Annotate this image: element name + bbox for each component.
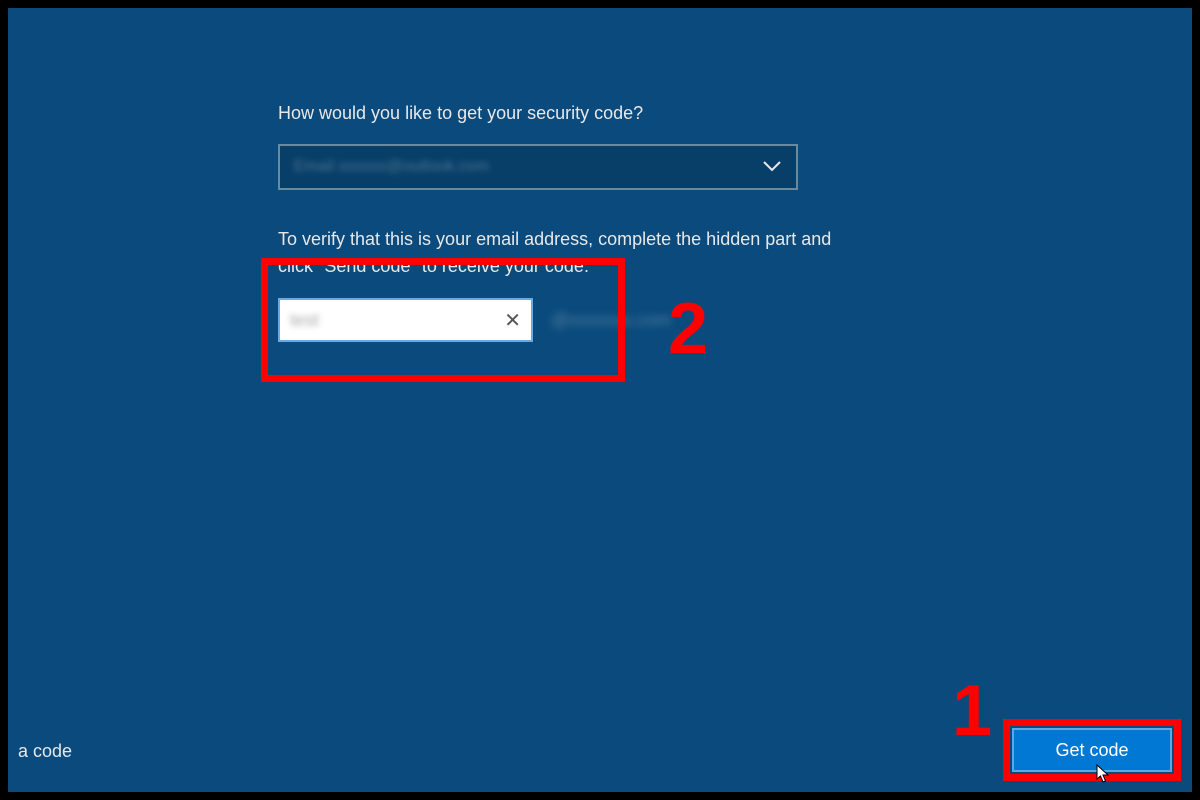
verification-screen: How would you like to get your security … bbox=[8, 8, 1192, 792]
email-prefix-input[interactable]: test ✕ bbox=[278, 298, 533, 342]
annotation-number-2: 2 bbox=[668, 288, 708, 370]
clear-input-icon[interactable]: ✕ bbox=[504, 308, 521, 333]
dropdown-selected-text: Email xxxxxx@outlook.com bbox=[294, 158, 489, 176]
get-code-button[interactable]: Get code bbox=[1012, 728, 1172, 772]
chevron-down-icon bbox=[762, 157, 782, 178]
content-area: How would you like to get your security … bbox=[278, 103, 878, 342]
email-input-row: test ✕ @xxxxxxx.com bbox=[278, 298, 878, 342]
annotation-number-1: 1 bbox=[952, 670, 992, 752]
security-prompt-label: How would you like to get your security … bbox=[278, 103, 878, 124]
bottom-left-partial-text: a code bbox=[18, 741, 72, 762]
email-domain-text: @xxxxxxx.com bbox=[551, 310, 671, 331]
input-value-text: test bbox=[290, 310, 319, 331]
verify-instruction-text: To verify that this is your email addres… bbox=[278, 226, 838, 280]
security-method-dropdown[interactable]: Email xxxxxx@outlook.com bbox=[278, 144, 798, 190]
